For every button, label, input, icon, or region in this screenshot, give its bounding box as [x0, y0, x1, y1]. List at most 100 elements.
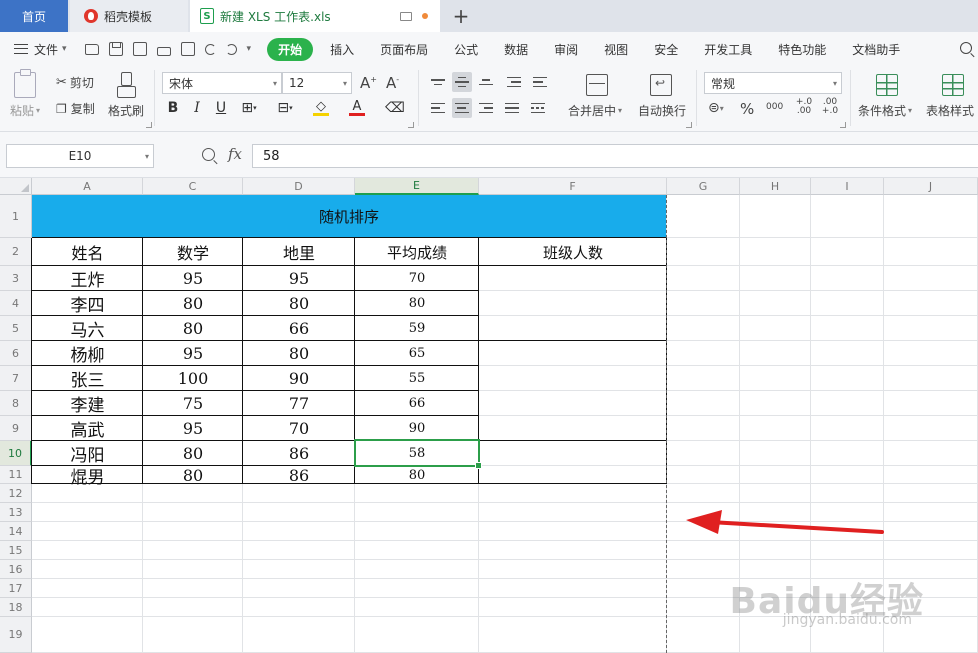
column-header[interactable]: E — [355, 178, 479, 195]
row-header[interactable]: 19 — [0, 617, 32, 653]
table-cell[interactable]: 70 — [243, 416, 355, 441]
menu-tab-10[interactable]: 文档助手 — [839, 41, 913, 58]
font-color-button[interactable]: A — [348, 98, 366, 118]
number-format-select[interactable]: 常规 ▾ — [704, 72, 842, 94]
table-cell[interactable]: 75 — [143, 391, 243, 416]
active-cell-selection[interactable] — [354, 439, 482, 469]
table-cell[interactable]: 80 — [143, 316, 243, 341]
select-all-corner[interactable] — [0, 178, 32, 195]
row-header[interactable]: 4 — [0, 291, 32, 316]
align-bottom-button[interactable] — [476, 72, 496, 92]
row-header[interactable]: 5 — [0, 316, 32, 341]
decrease-indent-button[interactable] — [504, 72, 524, 92]
menu-tab-8[interactable]: 开发工具 — [691, 41, 765, 58]
italic-button[interactable]: I — [188, 98, 206, 118]
print-preview-icon[interactable] — [180, 42, 195, 56]
font-shrink-button[interactable]: A- — [386, 74, 399, 92]
table-cell[interactable]: 李建 — [32, 391, 143, 416]
decrease-decimal-button[interactable]: .00 +.0 — [820, 98, 840, 116]
bold-button[interactable]: B — [164, 98, 182, 118]
formula-input[interactable]: 58 — [252, 144, 978, 168]
cell-style-button[interactable]: ⊟ ▾ — [276, 98, 294, 118]
align-left-button[interactable] — [428, 98, 448, 118]
row-header[interactable]: 12 — [0, 484, 32, 503]
row-header[interactable]: 6 — [0, 341, 32, 366]
fill-color-button[interactable]: ◇ — [312, 98, 330, 118]
table-cell[interactable]: 90 — [355, 416, 479, 441]
table-style-icon[interactable] — [942, 74, 964, 96]
format-painter-button[interactable]: 格式刷 — [108, 102, 144, 119]
cut-button[interactable]: ✂ 剪切 — [56, 74, 94, 91]
row-header[interactable]: 17 — [0, 579, 32, 598]
table-header-cell[interactable]: 姓名 — [32, 238, 143, 266]
table-cell[interactable]: 80 — [355, 291, 479, 316]
table-cell[interactable]: 65 — [355, 341, 479, 366]
menu-tab-2[interactable]: 页面布局 — [367, 41, 441, 58]
paste-icon[interactable] — [14, 69, 36, 98]
row-header[interactable]: 3 — [0, 266, 32, 291]
table-cell[interactable]: 55 — [355, 366, 479, 391]
table-cell[interactable]: 59 — [355, 316, 479, 341]
underline-button[interactable]: U — [212, 98, 230, 118]
wrap-text-icon[interactable] — [650, 74, 672, 96]
table-header-cell[interactable]: 地里 — [243, 238, 355, 266]
increase-indent-button[interactable] — [530, 72, 550, 92]
table-cell[interactable]: 80 — [143, 466, 243, 485]
table-cell[interactable]: 86 — [243, 441, 355, 466]
align-right-button[interactable] — [476, 98, 496, 118]
conditional-format-icon[interactable] — [876, 74, 898, 96]
copy-button[interactable]: ❐ 复制 — [56, 100, 95, 117]
insert-function-button[interactable]: fx — [228, 145, 242, 163]
row-header[interactable]: 2 — [0, 238, 32, 266]
number-dialog-launcher[interactable] — [840, 122, 846, 128]
table-cell[interactable]: 80 — [243, 341, 355, 366]
menu-tab-6[interactable]: 视图 — [591, 41, 641, 58]
align-middle-button[interactable] — [452, 72, 472, 92]
table-cell[interactable]: 马六 — [32, 316, 143, 341]
tab-file[interactable]: S 新建 XLS 工作表.xls — [190, 0, 440, 32]
spreadsheet-grid[interactable]: A C D E F G H I J 1 2 3 4 5 6 7 8 9 10 11 12 13 14 15 16 17 18 19 随机… — [0, 178, 978, 653]
wrap-text-button[interactable]: 自动换行 — [638, 102, 686, 119]
undo-icon[interactable] — [204, 43, 216, 55]
table-cell[interactable]: 77 — [243, 391, 355, 416]
table-cell[interactable]: 张三 — [32, 366, 143, 391]
row-header[interactable]: 13 — [0, 503, 32, 522]
alignment-dialog-launcher[interactable] — [686, 122, 692, 128]
file-menu[interactable]: 文件 ▾ — [34, 41, 67, 58]
table-header-cell[interactable]: 数学 — [143, 238, 243, 266]
column-header[interactable]: D — [243, 178, 355, 195]
row-header[interactable]: 16 — [0, 560, 32, 579]
table-cell[interactable]: 70 — [355, 266, 479, 291]
table-cell[interactable]: 杨柳 — [32, 341, 143, 366]
paste-button[interactable]: 粘贴 ▾ — [10, 102, 40, 119]
table-cell[interactable]: 86 — [243, 466, 355, 485]
table-cell[interactable]: 80 — [355, 466, 479, 484]
table-cell[interactable]: 80 — [143, 291, 243, 316]
table-cell[interactable]: 高武 — [32, 416, 143, 441]
table-style-button[interactable]: 表格样式 — [926, 102, 974, 119]
column-header[interactable]: J — [884, 178, 978, 195]
font-name-select[interactable]: 宋体 ▾ — [162, 72, 282, 94]
menu-tab-3[interactable]: 公式 — [441, 41, 491, 58]
save-icon[interactable] — [108, 42, 123, 56]
clipboard-dialog-launcher[interactable] — [146, 122, 152, 128]
row-header[interactable]: 9 — [0, 416, 32, 441]
table-cell[interactable]: 66 — [355, 391, 479, 416]
row-header[interactable]: 1 — [0, 195, 32, 238]
export-icon[interactable] — [132, 42, 147, 56]
align-center-button[interactable] — [452, 98, 472, 118]
search-icon[interactable] — [960, 42, 972, 54]
open-folder-icon[interactable] — [84, 43, 99, 55]
table-cell[interactable]: 李四 — [32, 291, 143, 316]
column-header[interactable]: A — [32, 178, 143, 195]
clear-format-button[interactable]: ⌫ — [385, 98, 405, 118]
more-chevron-icon[interactable]: ▾ — [247, 44, 252, 54]
column-header[interactable]: C — [143, 178, 243, 195]
font-dialog-launcher[interactable] — [408, 122, 414, 128]
column-header[interactable]: H — [740, 178, 811, 195]
tab-home[interactable]: 首页 — [0, 0, 68, 32]
font-size-select[interactable]: 12 ▾ — [282, 72, 352, 94]
table-cell[interactable]: 66 — [243, 316, 355, 341]
zoom-icon[interactable] — [202, 148, 215, 161]
table-cell[interactable]: 80 — [143, 441, 243, 466]
